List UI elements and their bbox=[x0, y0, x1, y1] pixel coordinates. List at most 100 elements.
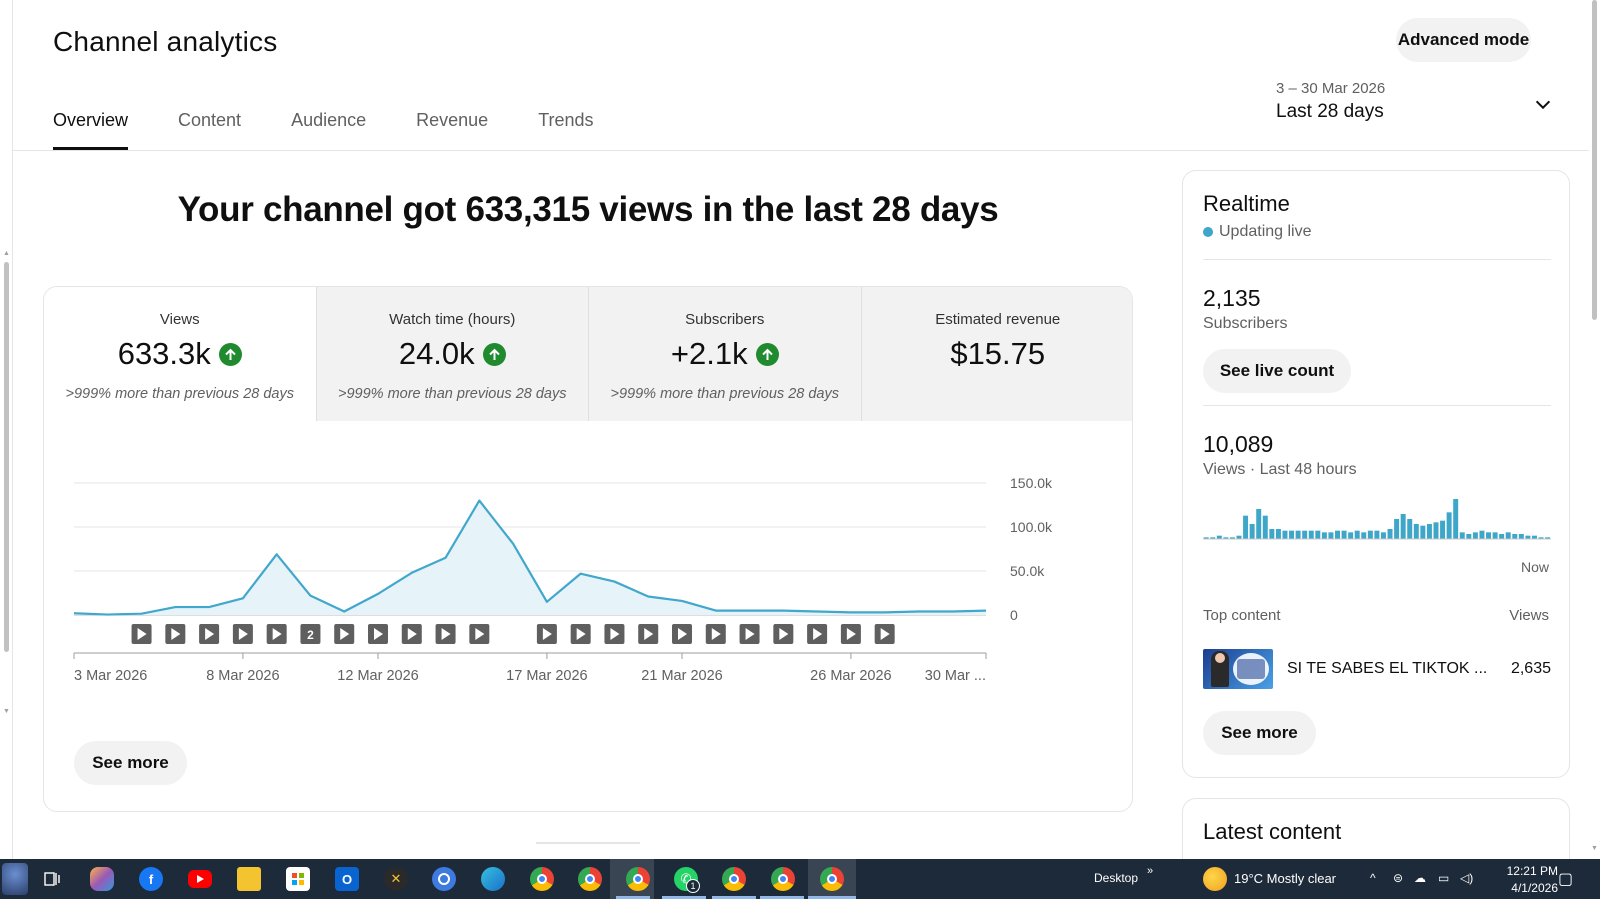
onedrive-cloud-icon[interactable]: ☁ bbox=[1414, 871, 1426, 885]
chrome-profile-icon[interactable] bbox=[820, 867, 844, 891]
realtime-bar bbox=[1479, 530, 1485, 539]
arrow-up-icon bbox=[218, 342, 242, 366]
meet-now-icon[interactable]: ⊜ bbox=[1393, 871, 1403, 885]
views-chart[interactable]: 150.0k 100.0k 50.0k 0 2 3 Mar 2026 8 Mar 2026 1… bbox=[44, 421, 1133, 721]
latest-content-card: Latest content bbox=[1182, 798, 1570, 859]
latest-content-title: Latest content bbox=[1203, 819, 1342, 844]
metric-watch-time[interactable]: Watch time (hours) 24.0k >999% more than… bbox=[316, 287, 589, 421]
microsoft-store-icon[interactable] bbox=[286, 867, 310, 891]
metric-label: Watch time (hours) bbox=[389, 311, 516, 328]
metric-revenue[interactable]: Estimated revenue $15.75 bbox=[861, 287, 1133, 421]
arrow-up-icon bbox=[755, 342, 779, 366]
clock-date: 4/1/2026 bbox=[1511, 881, 1558, 895]
task-view-icon[interactable] bbox=[40, 867, 64, 891]
metric-value-row: 633.3k bbox=[44, 334, 316, 374]
scroll-up-arrow-icon[interactable]: ▲ bbox=[3, 250, 10, 257]
date-range-label: Last 28 days bbox=[1276, 101, 1384, 122]
scrollbar-thumb[interactable] bbox=[4, 262, 9, 652]
metric-note: >999% more than previous 28 days bbox=[65, 386, 295, 402]
realtime-bar bbox=[1354, 530, 1360, 539]
realtime-bar bbox=[1499, 534, 1505, 539]
outlook-icon[interactable]: O bbox=[335, 867, 359, 891]
metric-tabs: Views 633.3k >999% more than previous 28… bbox=[44, 287, 1133, 421]
metric-label: Subscribers bbox=[685, 311, 765, 328]
chevron-up-icon[interactable]: ^ bbox=[1370, 871, 1376, 885]
edge-icon[interactable] bbox=[481, 867, 505, 891]
realtime-bar bbox=[1394, 519, 1400, 539]
see-more-button[interactable]: See more bbox=[74, 741, 187, 785]
chrome-profile-icon[interactable] bbox=[771, 867, 795, 891]
carousel-indicator bbox=[536, 842, 640, 844]
cortana-icon[interactable] bbox=[432, 867, 456, 891]
realtime-bar bbox=[1302, 530, 1308, 539]
metric-views[interactable]: Views 633.3k >999% more than previous 28… bbox=[44, 287, 317, 421]
overview-card: Views 633.3k >999% more than previous 28… bbox=[43, 286, 1133, 812]
volume-icon[interactable]: ◁) bbox=[1460, 871, 1473, 885]
windows-taskbar: f O ✕ ✆ 1 Desktop » 19°C Mostly clear ^ … bbox=[0, 859, 1600, 899]
realtime-bar bbox=[1512, 534, 1518, 539]
realtime-bar bbox=[1275, 529, 1281, 539]
realtime-subscribers: 2,135 bbox=[1203, 285, 1261, 311]
system-clock[interactable]: 12:21 PM 4/1/2026 bbox=[1507, 863, 1558, 897]
realtime-bar bbox=[1407, 519, 1413, 539]
notifications-icon[interactable]: ▢ bbox=[1558, 869, 1573, 889]
tab-trends[interactable]: Trends bbox=[538, 96, 593, 150]
tab-overview[interactable]: Overview bbox=[53, 96, 129, 150]
metric-value-row: $15.75 bbox=[862, 334, 1133, 374]
user-avatar-icon[interactable] bbox=[2, 863, 28, 895]
realtime-bar bbox=[1256, 509, 1262, 539]
chevron-down-icon[interactable] bbox=[1532, 94, 1554, 116]
metric-value: 633.3k bbox=[117, 336, 211, 371]
weather-moon-icon[interactable] bbox=[1203, 867, 1227, 891]
right-scrollbar[interactable]: ▼ bbox=[1589, 0, 1600, 859]
date-range-selector[interactable]: 3 – 30 Mar 2026 Last 28 days bbox=[1276, 80, 1556, 130]
x-tick-label: 8 Mar 2026 bbox=[206, 668, 279, 684]
scroll-down-arrow-icon[interactable]: ▼ bbox=[3, 708, 10, 715]
scroll-down-arrow-icon[interactable]: ▼ bbox=[1591, 845, 1598, 852]
metric-value-row: 24.0k bbox=[317, 334, 589, 374]
realtime-bar bbox=[1413, 524, 1419, 539]
chrome-profile-icon[interactable] bbox=[722, 867, 746, 891]
weather-text[interactable]: 19°C Mostly clear bbox=[1234, 871, 1336, 886]
scrollbar-thumb[interactable] bbox=[1592, 0, 1597, 320]
chevron-right-double-icon[interactable]: » bbox=[1147, 865, 1153, 877]
series-area bbox=[74, 500, 986, 615]
realtime-bar bbox=[1420, 525, 1426, 539]
y-tick-label: 0 bbox=[1010, 607, 1018, 623]
tab-revenue[interactable]: Revenue bbox=[416, 96, 488, 150]
tab-bar: Overview Content Audience Revenue Trends bbox=[53, 96, 594, 150]
tab-audience[interactable]: Audience bbox=[291, 96, 366, 150]
metric-label: Views bbox=[159, 311, 200, 328]
date-range-dates: 3 – 30 Mar 2026 bbox=[1276, 80, 1386, 97]
chrome-icon[interactable] bbox=[530, 867, 554, 891]
network-icon[interactable]: ▭ bbox=[1438, 871, 1449, 885]
chrome-profile-icon[interactable] bbox=[578, 867, 602, 891]
realtime-bar-chart[interactable] bbox=[1203, 491, 1551, 541]
chrome-profile-icon[interactable] bbox=[626, 867, 650, 891]
metric-note: >999% more than previous 28 days bbox=[610, 386, 840, 402]
realtime-bar bbox=[1433, 522, 1439, 539]
desktop-toolbar-label[interactable]: Desktop bbox=[1094, 871, 1138, 885]
divider bbox=[1203, 259, 1551, 260]
see-live-count-button[interactable]: See live count bbox=[1203, 349, 1351, 393]
views-headline: Your channel got 633,315 views in the la… bbox=[177, 190, 999, 229]
top-content-item[interactable]: SI TE SABES EL TIKTOK ... 2,635 bbox=[1203, 649, 1551, 689]
realtime-see-more-button[interactable]: See more bbox=[1203, 711, 1316, 755]
realtime-subscribers-label: Subscribers bbox=[1203, 315, 1288, 332]
facebook-icon[interactable]: f bbox=[139, 867, 163, 891]
realtime-bar bbox=[1387, 529, 1393, 539]
realtime-bar bbox=[1249, 524, 1255, 539]
realtime-bar bbox=[1466, 534, 1472, 539]
realtime-bar bbox=[1243, 515, 1249, 539]
copilot-icon[interactable] bbox=[90, 867, 114, 891]
advanced-mode-button[interactable]: Advanced mode bbox=[1396, 18, 1531, 62]
xbox-icon[interactable]: ✕ bbox=[384, 867, 408, 891]
file-explorer-icon[interactable] bbox=[237, 867, 261, 891]
metric-subscribers[interactable]: Subscribers +2.1k >999% more than previo… bbox=[589, 287, 862, 421]
youtube-icon[interactable] bbox=[188, 870, 212, 888]
metric-note: >999% more than previous 28 days bbox=[337, 386, 567, 402]
x-tick-label: 30 Mar ... bbox=[925, 668, 986, 684]
left-scrollbar[interactable]: ▲ ▼ bbox=[0, 0, 13, 859]
metric-value-row: +2.1k bbox=[589, 334, 861, 374]
tab-content[interactable]: Content bbox=[178, 96, 241, 150]
